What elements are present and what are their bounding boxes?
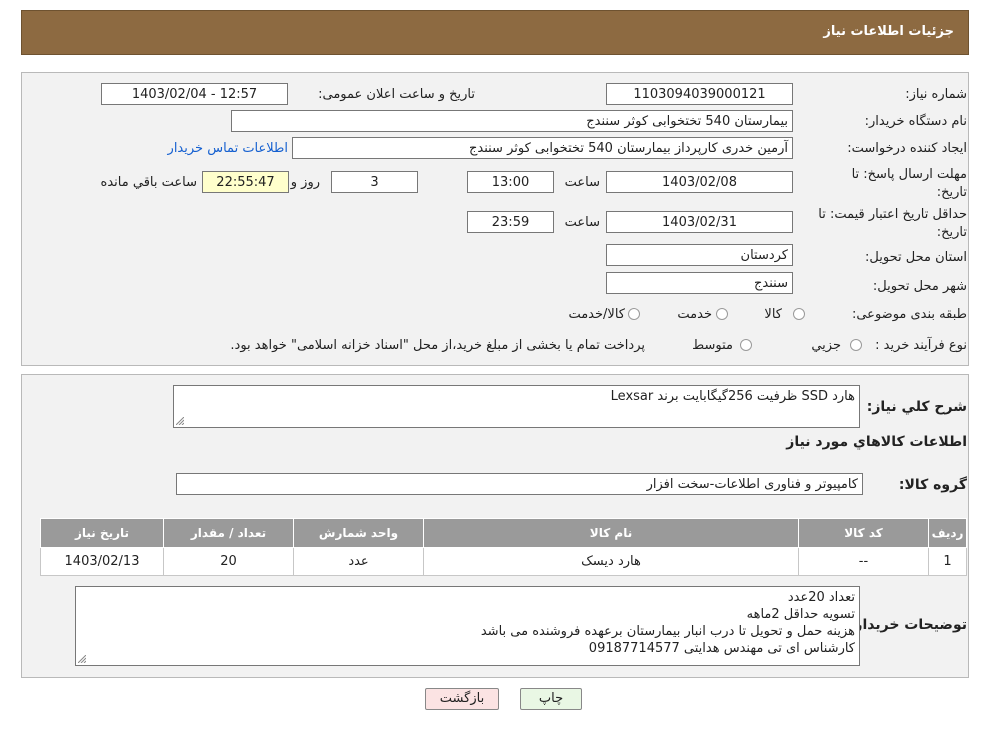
back-button[interactable]: بازگشت [425,688,499,710]
process-minor-label: جزیي [811,338,841,353]
category-service-label: خدمت [677,307,712,322]
cell-date: 1403/02/13 [40,547,164,576]
process-medium-label: متوسط [692,338,733,353]
cell-unit: عدد [293,547,424,576]
announce-label: تاریخ و ساعت اعلان عمومی: [318,87,475,102]
category-goods-service-label: کالا/خدمت [568,307,625,322]
goods-group-field[interactable]: کامپیوتر و فناوری اطلاعات-سخت افزار [176,473,863,495]
city-field[interactable]: سنندج [606,272,793,294]
province-field[interactable]: کردستان [606,244,793,266]
col-name-header: نام کالا [423,518,799,548]
process-label: نوع فرآیند خرید : [875,338,967,353]
page-header: جزئیات اطلاعات نیاز [21,10,969,55]
buyer-contact-link[interactable]: اطلاعات تماس خریدار [168,141,288,156]
category-goods-label: کالا [764,307,782,322]
validity-label: حداقل تاریخ اعتبار قیمت: تا تاریخ: [818,206,967,242]
category-label: طبقه بندی موضوعی: [851,307,967,322]
buyer-note-line: تسویه حداقل 2ماهه [746,607,855,622]
deadline-label: مهلت ارسال پاسخ: تا تاریخ: [852,166,967,202]
days-label: روز و [290,175,320,190]
deadline-label-line1: مهلت ارسال پاسخ: تا [851,167,967,182]
announce-field[interactable]: 1403/02/04 - 12:57 [101,83,288,105]
cell-name: هارد دیسک [423,547,799,576]
col-row-header: رديف [928,518,967,548]
buyer-org-label: نام دستگاه خریدار: [864,114,967,129]
col-qty-header: تعداد / مقدار [163,518,294,548]
need-number-field[interactable]: 1103094039000121 [606,83,793,105]
col-code-header: کد کالا [798,518,929,548]
goods-table: رديف کد کالا نام کالا واحد شمارش تعداد /… [40,518,967,576]
requester-field[interactable]: آرمین خدری کارپرداز بیمارستان 540 تختخوا… [292,137,793,159]
goods-info-title: اطلاعات کالاهاي مورد نياز [786,434,967,450]
table-row[interactable]: 1 -- هارد دیسک عدد 20 1403/02/13 [40,547,967,576]
validity-time-field[interactable]: 23:59 [467,211,554,233]
goods-group-label: گروه کالا: [898,477,967,493]
announce-value: 1403/02/04 - 12:57 [131,87,258,102]
deadline-label-line2: تاریخ: [936,185,967,200]
need-number-label: شماره نیاز: [905,87,967,102]
remaining-time-field: 22:55:47 [202,171,289,193]
cell-row: 1 [928,547,967,576]
validity-label-line2: تاریخ: [936,225,967,240]
deadline-date-field[interactable]: 1403/02/08 [606,171,793,193]
resize-grip-icon[interactable] [78,655,86,663]
province-label: استان محل تحویل: [865,250,967,265]
buyer-note-line: تعداد 20عدد [787,590,855,605]
validity-label-line1: حداقل تاریخ اعتبار قیمت: تا [818,207,967,222]
resize-grip-icon[interactable] [176,417,184,425]
days-remaining-field[interactable]: 3 [331,171,418,193]
print-button[interactable]: چاپ [520,688,582,710]
buyer-notes-textarea[interactable]: تعداد 20عدد تسویه حداقل 2ماهه هزینه حمل … [75,586,860,666]
validity-date-field[interactable]: 1403/02/31 [606,211,793,233]
process-minor-radio[interactable] [850,339,862,351]
deadline-time-label: ساعت [564,175,600,190]
col-date-header: تاریخ نیاز [40,518,164,548]
buyer-note-line: هزینه حمل و تحویل تا درب انبار بیمارستان… [480,624,855,639]
process-medium-radio[interactable] [740,339,752,351]
requester-label: ایجاد کننده درخواست: [847,141,967,156]
cell-qty: 20 [163,547,294,576]
category-goods-radio[interactable] [793,308,805,320]
buyer-note-line: کارشناس ای تی مهندس هدایتی 09187714577 [588,641,855,656]
page-title: جزئیات اطلاعات نیاز [823,24,954,39]
goods-table-wrapper: رديف کد کالا نام کالا واحد شمارش تعداد /… [40,518,968,576]
validity-time-label: ساعت [564,215,600,230]
description-label: شرح کلي نياز: [866,399,967,415]
col-unit-header: واحد شمارش [293,518,424,548]
category-service-radio[interactable] [716,308,728,320]
process-note: پرداخت تمام یا بخشی از مبلغ خرید،از محل … [230,338,645,353]
category-goods-service-radio[interactable] [628,308,640,320]
remaining-time-label: ساعت باقي مانده [100,175,197,190]
cell-code: -- [798,547,929,576]
deadline-time-field[interactable]: 13:00 [467,171,554,193]
buyer-org-field[interactable]: بیمارستان 540 تختخوابی کوثر سنندج [231,110,793,132]
city-label: شهر محل تحویل: [872,279,967,294]
buyer-notes-label: توضیحات خریدار: [848,617,967,633]
table-header-row: رديف کد کالا نام کالا واحد شمارش تعداد /… [40,518,967,548]
description-textarea[interactable]: هارد SSD ظرفیت 256گیگابایت برند Lexsar [173,385,860,428]
description-text: هارد SSD ظرفیت 256گیگابایت برند Lexsar [610,389,855,404]
